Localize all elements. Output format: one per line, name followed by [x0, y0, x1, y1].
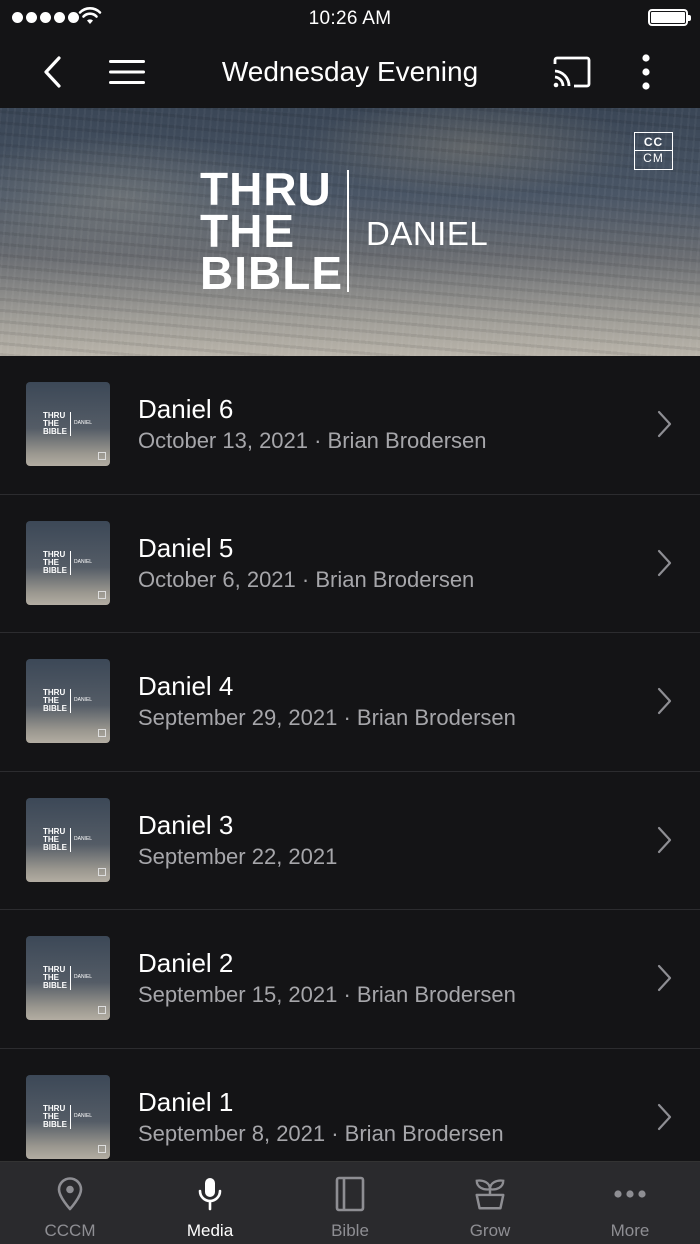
thumbnail-subtitle: DANIEL — [74, 974, 93, 981]
cast-icon — [553, 56, 591, 88]
chevron-right-icon — [657, 549, 672, 576]
sprout-icon — [472, 1176, 508, 1212]
thumbnail-title: THRU THE BIBLE — [43, 411, 67, 436]
episode-title: Daniel 5 — [138, 532, 234, 563]
episode-subtitle: October 13, 2021 · Brian Brodersen — [138, 428, 487, 453]
cccm-logo: CC CM — [634, 132, 673, 170]
episode-thumbnail: THRU THE BIBLE DANIEL — [26, 936, 110, 1021]
tab-grow[interactable]: Grow — [420, 1162, 560, 1244]
thumbnail-title: THRU THE BIBLE — [43, 965, 67, 991]
vertical-dots-icon — [642, 54, 650, 90]
list-item[interactable]: THRU THE BIBLE DANIEL Daniel 2 September 1… — [0, 910, 700, 1049]
status-time: 10:26 AM — [308, 8, 392, 29]
list-item[interactable]: THRU THE BIBLE DANIEL Daniel 6 October 13,… — [0, 356, 700, 495]
tab-media[interactable]: Media — [140, 1162, 280, 1244]
thumbnail-title: THRU THE BIBLE — [43, 688, 67, 714]
chevron-right-icon — [657, 1103, 672, 1131]
tab-label: Grow — [469, 1221, 511, 1240]
episode-title: Daniel 4 — [138, 671, 234, 702]
episode-subtitle: September 29, 2021 · Brian Brodersen — [138, 705, 516, 731]
logo-bottom-text: CM — [635, 150, 672, 166]
episode-title: Daniel 1 — [138, 1086, 234, 1117]
cast-button[interactable] — [550, 50, 594, 94]
tab-bible[interactable]: Bible — [280, 1162, 420, 1244]
chevron-right-icon — [657, 826, 672, 853]
series-banner: THRU THE BIBLE DANIEL CC CM — [0, 108, 700, 356]
episode-title: Daniel 6 — [138, 394, 234, 424]
tab-cccm[interactable]: CCCM — [0, 1162, 140, 1244]
tab-label: More — [610, 1221, 650, 1240]
episode-subtitle: September 15, 2021 · Brian Brodersen — [138, 982, 516, 1008]
banner-title-line: THRU — [200, 163, 332, 215]
banner-title: THRU THE BIBLE — [200, 163, 343, 299]
microphone-icon — [192, 1176, 228, 1212]
logo-top-text: CC — [643, 135, 664, 149]
list-item[interactable]: THRU THE BIBLE DANIEL Daniel 4 September 2… — [0, 633, 700, 772]
status-bar: 10:26 AM — [0, 0, 700, 36]
tab-label: CCCM — [44, 1221, 96, 1240]
chevron-right-icon — [657, 965, 672, 992]
banner-title-line: THE — [200, 205, 295, 257]
list-item[interactable]: THRU THE BIBLE DANIEL Daniel 3 September 2… — [0, 772, 700, 911]
episode-title: Daniel 3 — [138, 809, 234, 840]
tab-more[interactable]: More — [560, 1162, 700, 1244]
book-icon — [332, 1176, 368, 1212]
thumbnail-subtitle: DANIEL — [74, 697, 93, 704]
episode-thumbnail: THRU THE BIBLE DANIEL — [26, 382, 110, 466]
tab-bar: CCCM Media Bible Grow More — [0, 1161, 700, 1244]
thumbnail-title: THRU THE BIBLE — [43, 1103, 67, 1129]
page-title: Wednesday Evening — [221, 56, 479, 87]
episode-list: THRU THE BIBLE DANIEL Daniel 6 October 13,… — [0, 356, 700, 1161]
banner-divider — [347, 170, 349, 292]
episode-title: Daniel 2 — [138, 948, 234, 979]
episode-thumbnail: THRU THE BIBLE DANIEL — [26, 797, 110, 882]
banner-title-line: BIBLE — [200, 247, 343, 299]
episode-thumbnail: THRU THE BIBLE DANIEL — [26, 659, 110, 744]
thumbnail-subtitle: DANIEL — [74, 420, 93, 426]
episode-subtitle: September 22, 2021 — [138, 843, 338, 869]
episode-subtitle: October 6, 2021 · Brian Brodersen — [138, 566, 475, 592]
thumbnail-title: THRU THE BIBLE — [43, 549, 67, 575]
tab-label: Bible — [331, 1221, 369, 1240]
episode-subtitle: September 8, 2021 · Brian Brodersen — [138, 1120, 504, 1146]
chevron-right-icon — [657, 688, 672, 715]
thumbnail-title: THRU THE BIBLE — [43, 826, 67, 852]
chevron-right-icon — [657, 410, 672, 438]
tab-label: Media — [186, 1221, 234, 1240]
more-dots-icon — [612, 1176, 648, 1212]
thumbnail-subtitle: DANIEL — [74, 558, 93, 565]
thumbnail-subtitle: DANIEL — [74, 835, 93, 842]
list-item[interactable]: THRU THE BIBLE DANIEL Daniel 1 September 8… — [0, 1049, 700, 1161]
list-item[interactable]: THRU THE BIBLE DANIEL Daniel 5 October 6, … — [0, 495, 700, 634]
more-options-button[interactable] — [624, 50, 668, 94]
episode-thumbnail: THRU THE BIBLE DANIEL — [26, 520, 110, 605]
banner-subtitle: DANIEL — [366, 215, 489, 252]
location-pin-icon — [52, 1176, 88, 1212]
battery-icon — [648, 9, 691, 26]
thumbnail-subtitle: DANIEL — [74, 1112, 93, 1119]
episode-thumbnail: THRU THE BIBLE DANIEL — [26, 1074, 110, 1159]
nav-bar: Wednesday Evening — [0, 36, 700, 108]
